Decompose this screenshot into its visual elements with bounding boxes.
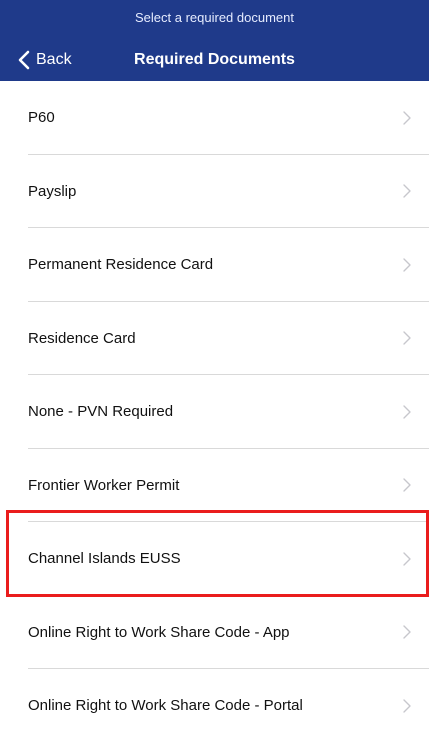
required-documents-screen: Select a required document Back Required… bbox=[0, 0, 429, 740]
chevron-right-icon bbox=[403, 405, 411, 419]
chevron-right-icon bbox=[403, 625, 411, 639]
document-item-none-pvn-required[interactable]: None - PVN Required bbox=[0, 375, 429, 449]
document-item-label: Frontier Worker Permit bbox=[28, 476, 180, 494]
document-item-payslip[interactable]: Payslip bbox=[0, 155, 429, 229]
document-item-channel-islands-euss[interactable]: Channel Islands EUSS bbox=[0, 522, 429, 596]
document-item-frontier-worker-permit[interactable]: Frontier Worker Permit bbox=[0, 449, 429, 523]
document-item-label: Online Right to Work Share Code - Portal bbox=[28, 697, 303, 715]
document-item-share-code-portal[interactable]: Online Right to Work Share Code - Portal bbox=[0, 669, 429, 740]
chevron-right-icon bbox=[403, 552, 411, 566]
document-item-p60[interactable]: P60 bbox=[0, 81, 429, 155]
chevron-right-icon bbox=[403, 331, 411, 345]
document-item-label: P60 bbox=[28, 109, 55, 127]
chevron-right-icon bbox=[403, 478, 411, 492]
header-prompt: Select a required document bbox=[135, 10, 294, 25]
document-item-share-code-app[interactable]: Online Right to Work Share Code - App bbox=[0, 596, 429, 670]
document-list: P60 Payslip Permanent Residence Card Res… bbox=[0, 81, 429, 740]
document-item-label: Online Right to Work Share Code - App bbox=[28, 623, 290, 641]
document-item-permanent-residence-card[interactable]: Permanent Residence Card bbox=[0, 228, 429, 302]
chevron-right-icon bbox=[403, 111, 411, 125]
document-item-label: Channel Islands EUSS bbox=[28, 550, 181, 568]
document-item-label: None - PVN Required bbox=[28, 403, 174, 421]
document-item-residence-card[interactable]: Residence Card bbox=[0, 302, 429, 376]
chevron-right-icon bbox=[403, 258, 411, 272]
document-item-label: Residence Card bbox=[28, 329, 136, 347]
chevron-right-icon bbox=[403, 699, 411, 713]
page-title: Required Documents bbox=[134, 51, 295, 68]
document-item-label: Permanent Residence Card bbox=[28, 256, 214, 274]
chevron-right-icon bbox=[403, 184, 411, 198]
nav-header: Select a required document Back Required… bbox=[0, 0, 429, 81]
document-item-label: Payslip bbox=[28, 182, 77, 200]
